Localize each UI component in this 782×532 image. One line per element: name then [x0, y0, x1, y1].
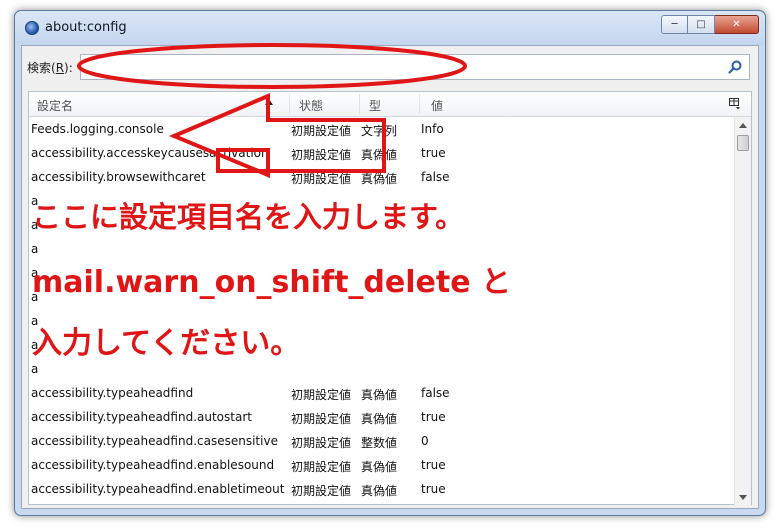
pref-value-cell: 0 — [421, 434, 429, 448]
table-row[interactable]: a — [29, 285, 735, 309]
pref-name-cell: accessibility.typeaheadfind.enabletimeou… — [31, 482, 285, 496]
table-row[interactable]: a — [29, 237, 735, 261]
pref-name-cell: Feeds.logging.console — [31, 122, 164, 136]
pref-name-cell: accessibility.typeaheadfind — [31, 386, 194, 400]
pref-value-cell: false — [421, 386, 450, 400]
table-row[interactable]: accessibility.typeaheadfind 初期設定値 真偽値 false — [29, 381, 735, 405]
pref-name-cell: accessibility.accesskeycausesactivation — [31, 146, 269, 160]
pref-name-cell: a — [31, 194, 39, 208]
pref-value-cell: true — [421, 410, 446, 424]
search-label-suffix: ): — [64, 61, 73, 75]
pref-name-cell: a — [31, 338, 39, 352]
pref-type-cell: 真偽値 — [361, 388, 398, 402]
pref-status-cell: 初期設定値 — [291, 124, 352, 138]
table-row[interactable]: a — [29, 333, 735, 357]
search-row: 検索(R): — [22, 46, 758, 86]
close-button[interactable]: ✕ — [715, 15, 759, 34]
window-title: about:config — [45, 20, 127, 35]
table-row[interactable]: a — [29, 357, 735, 381]
pref-status-cell: 初期設定値 — [291, 436, 352, 450]
table-row[interactable]: accessibility.typeaheadfind.casesensitiv… — [29, 429, 735, 453]
pref-name-cell: accessibility.typeaheadfind.enablesound — [31, 458, 275, 472]
pref-name-cell: a — [31, 218, 39, 232]
arrow-down-icon — [739, 494, 747, 500]
pref-status-cell: 初期設定値 — [291, 412, 352, 426]
search-label-accel: R — [55, 61, 65, 75]
pref-value-cell: Info — [421, 122, 444, 136]
table-row[interactable]: a — [29, 309, 735, 333]
pref-name-cell: a — [31, 314, 39, 328]
pref-name-cell: a — [31, 266, 39, 280]
table-row[interactable]: a — [29, 189, 735, 213]
search-label: 検索(R): — [27, 59, 73, 76]
table-row[interactable]: accessibility.typeaheadfind.enablesound 初… — [29, 453, 735, 477]
table-body: Feeds.logging.console 初期設定値 文字列 Info accessi… — [29, 117, 735, 505]
pref-name-cell: a — [31, 362, 39, 376]
column-header-status[interactable]: 状態 — [299, 97, 323, 114]
pref-type-cell: 整数値 — [361, 436, 398, 450]
pref-name-cell: accessibility.typeaheadfind.casesensitiv… — [31, 434, 278, 448]
pref-type-cell: 真偽値 — [361, 412, 398, 426]
pref-value-cell: true — [421, 458, 446, 472]
pref-value-cell: false — [421, 170, 450, 184]
pref-status-cell: 初期設定値 — [291, 148, 352, 162]
search-icon[interactable] — [727, 59, 743, 75]
pref-status-cell: 初期設定値 — [291, 460, 352, 474]
pref-type-cell: 真偽値 — [361, 148, 398, 162]
table-row[interactable]: a — [29, 261, 735, 285]
firefox-globe-icon — [25, 21, 39, 35]
column-header-name[interactable]: 設定名 — [37, 97, 73, 114]
pref-name-cell: accessibility.browsewithcaret — [31, 170, 206, 184]
table-row[interactable]: accessibility.accesskeycausesactivation 初… — [29, 141, 735, 165]
scroll-thumb[interactable] — [737, 135, 749, 151]
title-bar[interactable]: about:config ─ □ ✕ — [15, 11, 765, 45]
search-box[interactable] — [80, 54, 750, 80]
pref-value-cell: true — [421, 482, 446, 496]
about-config-window: about:config ─ □ ✕ 検索(R): 設定名 状態 型 値 Fee… — [14, 10, 766, 516]
table-row[interactable]: a — [29, 213, 735, 237]
pref-value-cell: true — [421, 146, 446, 160]
vertical-scrollbar[interactable] — [734, 117, 751, 505]
pref-type-cell: 文字列 — [361, 124, 398, 138]
pref-status-cell: 初期設定値 — [291, 388, 352, 402]
column-picker-icon[interactable] — [729, 98, 741, 110]
table-header: 設定名 状態 型 値 — [29, 92, 751, 117]
client-area: 検索(R): 設定名 状態 型 値 Feeds.logging.console … — [21, 45, 759, 509]
minimize-button[interactable]: ─ — [661, 15, 688, 34]
column-separator[interactable] — [359, 94, 360, 114]
window-controls: ─ □ ✕ — [661, 15, 759, 34]
column-header-type[interactable]: 型 — [369, 97, 381, 114]
sort-ascending-icon — [265, 99, 273, 105]
scroll-down-button[interactable] — [735, 489, 751, 505]
table-row[interactable]: accessibility.typeaheadfind.enabletimeou… — [29, 477, 735, 501]
pref-type-cell: 真偽値 — [361, 172, 398, 186]
table-row[interactable]: accessibility.browsewithcaret 初期設定値 真偽値 fal… — [29, 165, 735, 189]
maximize-button[interactable]: □ — [688, 15, 715, 34]
column-separator[interactable] — [419, 94, 420, 114]
preferences-table: 設定名 状態 型 値 Feeds.logging.console 初期設定値 文字列… — [28, 91, 752, 505]
table-row[interactable]: Feeds.logging.console 初期設定値 文字列 Info — [29, 117, 735, 141]
arrow-up-icon — [739, 122, 747, 128]
search-label-text: 検索( — [27, 61, 56, 75]
pref-type-cell: 真偽値 — [361, 484, 398, 498]
scroll-up-button[interactable] — [735, 117, 751, 133]
pref-name-cell: a — [31, 242, 39, 256]
column-header-value[interactable]: 値 — [431, 97, 443, 114]
pref-name-cell: a — [31, 290, 39, 304]
pref-name-cell: accessibility.typeaheadfind.autostart — [31, 410, 252, 424]
column-separator[interactable] — [289, 94, 290, 114]
pref-status-cell: 初期設定値 — [291, 172, 352, 186]
pref-status-cell: 初期設定値 — [291, 484, 352, 498]
table-row[interactable]: accessibility.typeaheadfind.autostart 初期設… — [29, 405, 735, 429]
pref-type-cell: 真偽値 — [361, 460, 398, 474]
search-input[interactable] — [81, 55, 721, 79]
